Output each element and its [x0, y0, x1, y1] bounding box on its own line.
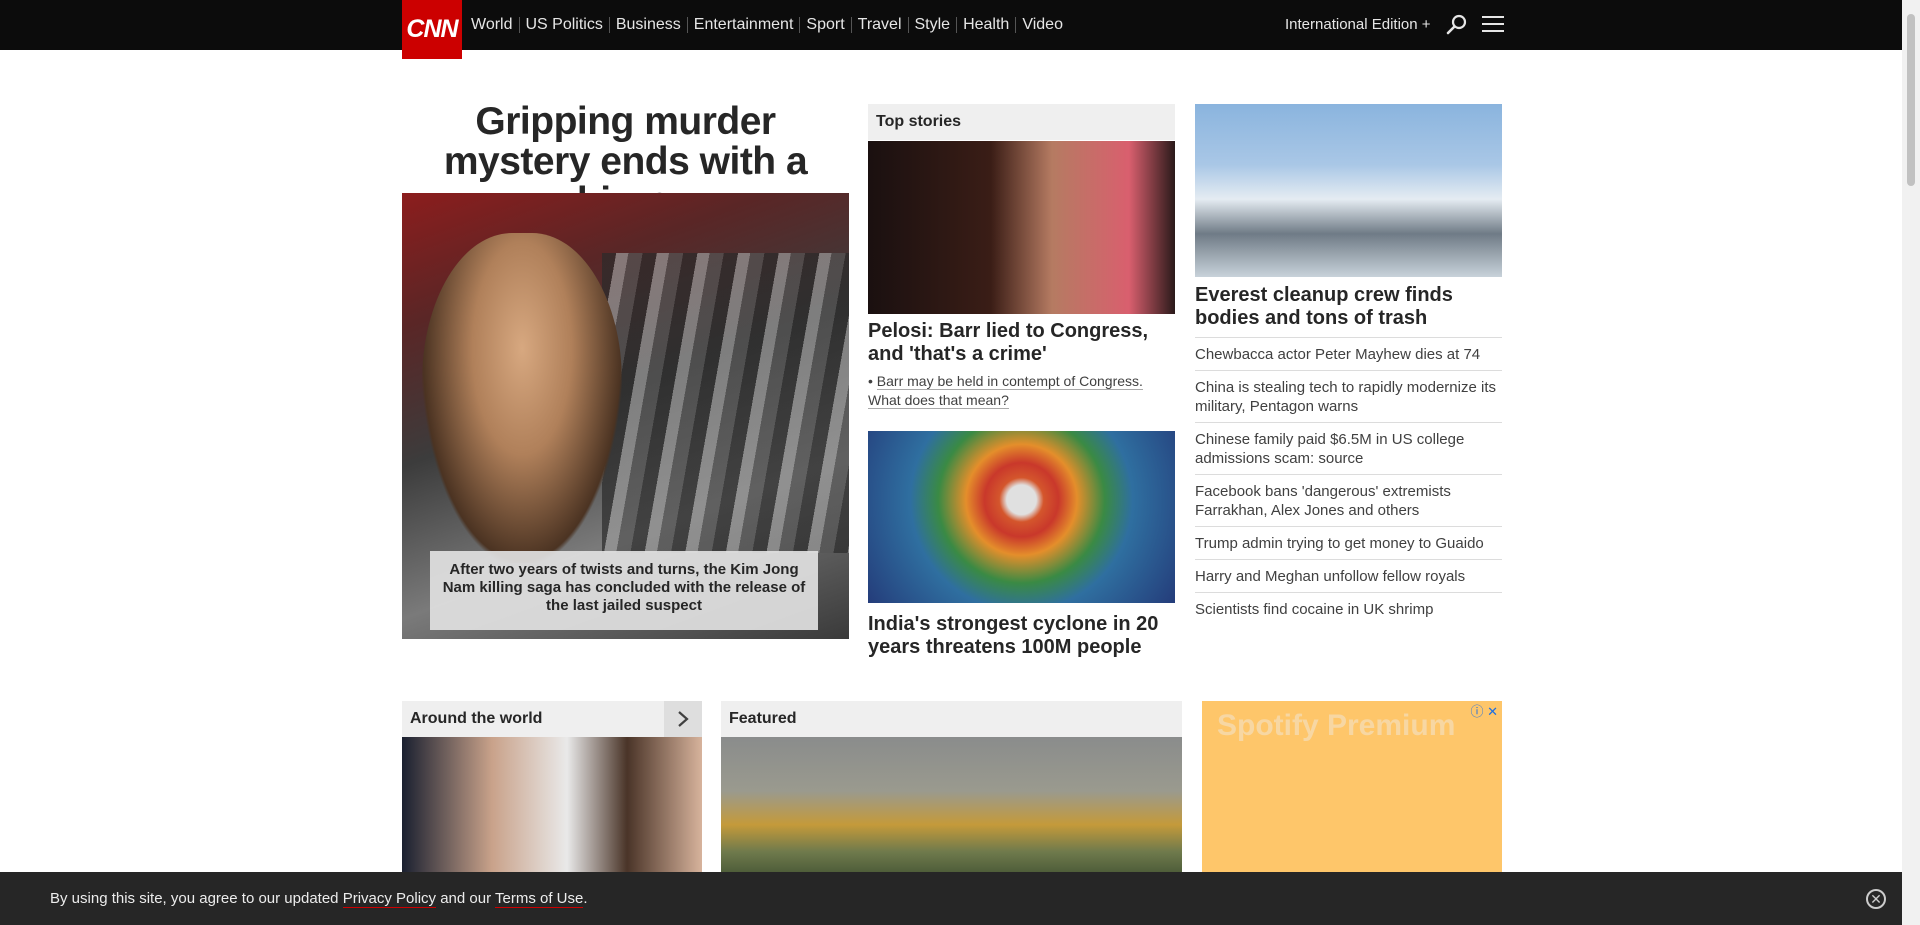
- everest-headline[interactable]: Everest cleanup crew finds bodies and to…: [1195, 284, 1502, 330]
- terms-of-use-link[interactable]: Terms of Use: [495, 890, 584, 908]
- pelosi-related-link-text[interactable]: Barr may be held in contempt of Congress…: [868, 373, 1143, 409]
- nav-link-health[interactable]: Health: [957, 17, 1017, 33]
- hero-caption[interactable]: After two years of twists and turns, the…: [430, 551, 818, 630]
- search-icon[interactable]: [1446, 14, 1468, 36]
- story-link[interactable]: Scientists find cocaine in UK shrimp: [1195, 592, 1502, 625]
- cnn-logo[interactable]: CNN: [402, 0, 462, 59]
- scrollbar[interactable]: [1902, 0, 1920, 925]
- cookie-text: By using this site, you agree to our upd…: [50, 890, 588, 908]
- cookie-text-part: By using this site, you agree to our upd…: [50, 890, 343, 907]
- nav-link-travel[interactable]: Travel: [852, 17, 909, 33]
- ad-text: Spotify Premium: [1217, 709, 1456, 742]
- cookie-banner: By using this site, you agree to our upd…: [0, 872, 1902, 925]
- story-link[interactable]: Facebook bans 'dangerous' extremists Far…: [1195, 474, 1502, 526]
- cookie-text-part: and our: [436, 890, 495, 907]
- everest-story-image[interactable]: [1195, 104, 1502, 277]
- scrollbar-thumb[interactable]: [1907, 14, 1915, 186]
- hero-image-crowd: [602, 253, 849, 553]
- nav-link-world[interactable]: World: [471, 17, 520, 33]
- pelosi-story-image[interactable]: [868, 141, 1175, 314]
- cookie-text-part: .: [583, 890, 588, 907]
- story-link[interactable]: Chewbacca actor Peter Mayhew dies at 74: [1195, 337, 1502, 370]
- around-the-world-label: Around the world: [402, 701, 702, 737]
- around-the-world-image[interactable]: [402, 737, 702, 872]
- nav-link-us-politics[interactable]: US Politics: [520, 17, 610, 33]
- top-nav: CNN World US Politics Business Entertain…: [0, 0, 1902, 59]
- ad-info-close-icon[interactable]: ⓘ ✕: [1470, 701, 1498, 720]
- featured-image[interactable]: [721, 737, 1182, 872]
- top-stories-label: Top stories: [868, 104, 1175, 140]
- close-icon[interactable]: ✕: [1866, 889, 1886, 909]
- featured-label: Featured: [721, 701, 1182, 737]
- privacy-policy-link[interactable]: Privacy Policy: [342, 890, 437, 908]
- hamburger-menu-icon[interactable]: [1482, 16, 1504, 34]
- cyclone-headline[interactable]: India's strongest cyclone in 20 years th…: [868, 613, 1175, 659]
- edition-selector[interactable]: International Edition +: [1285, 16, 1431, 33]
- chevron-right-icon[interactable]: [664, 701, 702, 737]
- pelosi-related-link[interactable]: • Barr may be held in contempt of Congre…: [868, 372, 1175, 410]
- nav-link-sport[interactable]: Sport: [800, 17, 852, 33]
- story-link[interactable]: Chinese family paid $6.5M in US college …: [1195, 422, 1502, 474]
- nav-link-style[interactable]: Style: [909, 17, 958, 33]
- nav-links: World US Politics Business Entertainment…: [471, 0, 1069, 50]
- pelosi-headline[interactable]: Pelosi: Barr lied to Congress, and 'that…: [868, 320, 1175, 366]
- nav-link-business[interactable]: Business: [610, 17, 688, 33]
- story-link[interactable]: Harry and Meghan unfollow fellow royals: [1195, 559, 1502, 592]
- story-link[interactable]: Trump admin trying to get money to Guaid…: [1195, 526, 1502, 559]
- story-link[interactable]: China is stealing tech to rapidly modern…: [1195, 370, 1502, 422]
- cyclone-story-image[interactable]: [868, 431, 1175, 603]
- nav-link-entertainment[interactable]: Entertainment: [688, 17, 801, 33]
- story-list: Chewbacca actor Peter Mayhew dies at 74 …: [1195, 337, 1502, 625]
- nav-link-video[interactable]: Video: [1016, 17, 1069, 33]
- hero-image-portrait: [422, 233, 622, 563]
- advertisement[interactable]: Spotify Premium ⓘ ✕: [1202, 701, 1502, 872]
